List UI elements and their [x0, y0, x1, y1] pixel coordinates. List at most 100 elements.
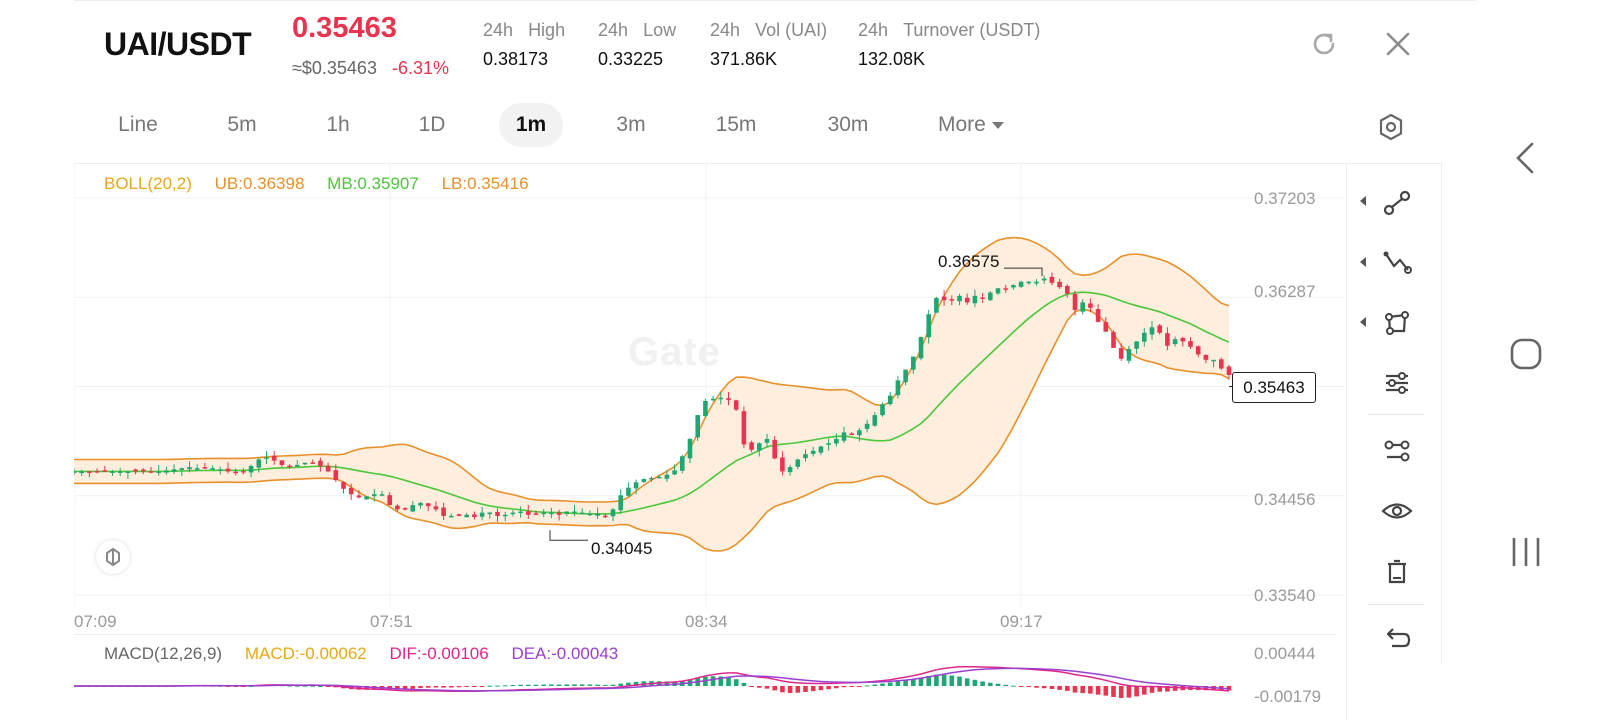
undo-icon[interactable]	[1380, 622, 1414, 656]
macd-histogram-bar	[495, 685, 500, 687]
macd-histogram-bar	[818, 686, 824, 691]
compare-icon[interactable]	[1380, 434, 1414, 468]
candle-body	[1126, 348, 1132, 361]
macd-histogram-bar	[757, 686, 762, 688]
candle-body	[980, 297, 985, 299]
indicator-settings-icon[interactable]	[1380, 366, 1414, 400]
candle-body	[880, 404, 885, 416]
candle	[626, 482, 631, 497]
candle-body	[171, 469, 177, 472]
candle-body	[1080, 302, 1085, 312]
boll-name: BOLL(20,2)	[104, 174, 192, 193]
macd-histogram-bar	[1072, 686, 1078, 693]
tab-3m[interactable]: 3m	[598, 103, 664, 147]
recents-nav-icon[interactable]	[1506, 532, 1546, 572]
macd-histogram-bar	[518, 684, 523, 686]
candle-body	[379, 494, 385, 496]
macd-histogram-bar	[749, 686, 754, 687]
macd-histogram-bar	[803, 686, 808, 692]
candle	[341, 481, 346, 494]
candle	[887, 391, 893, 406]
x-tick-label: 07:09	[74, 612, 117, 631]
macd-histogram-bar	[1026, 686, 1032, 688]
candle-body	[202, 467, 208, 469]
candle-body	[941, 296, 947, 301]
candle-body	[1072, 293, 1078, 310]
macd-histogram-bar	[834, 686, 839, 689]
macd-histogram-bar	[541, 684, 546, 686]
macd-histogram-bar	[1103, 686, 1109, 696]
shape-icon[interactable]	[1380, 306, 1414, 340]
delete-icon[interactable]	[1380, 554, 1414, 588]
tab-1d[interactable]: 1D	[400, 103, 464, 147]
home-nav-icon[interactable]	[1506, 334, 1546, 374]
candle-body	[1011, 285, 1016, 288]
polyline-icon[interactable]	[1380, 246, 1414, 280]
candle-body	[164, 470, 169, 473]
candle-body	[1195, 346, 1201, 355]
refresh-icon[interactable]	[1308, 28, 1340, 60]
candle-body	[356, 495, 362, 498]
candle-body	[1165, 333, 1170, 346]
macd-histogram-bar	[441, 686, 446, 688]
usd-approx-price: ≈$0.35463	[292, 58, 377, 78]
tab-15m[interactable]: 15m	[700, 103, 772, 147]
candlestick-chart[interactable]	[74, 163, 1344, 633]
candle-body	[1026, 281, 1032, 284]
candle-body	[1211, 359, 1216, 362]
top-divider	[74, 0, 1476, 1]
candle-body	[395, 505, 400, 510]
visibility-icon[interactable]	[1380, 494, 1414, 528]
candle-body	[633, 482, 639, 489]
macd-histogram-bar	[1041, 686, 1047, 689]
macd-histogram-bar	[510, 685, 516, 687]
tab-line[interactable]: Line	[98, 103, 178, 147]
tool-expand-caret[interactable]	[1360, 196, 1366, 206]
candle-body	[872, 415, 878, 426]
candle-body	[479, 512, 485, 517]
candle-body	[1157, 325, 1162, 333]
macd-histogram-bar	[949, 675, 955, 686]
candle-body	[141, 469, 146, 472]
tab-30m[interactable]: 30m	[812, 103, 884, 147]
candle-body	[218, 469, 223, 471]
macd-histogram-bar	[1003, 684, 1008, 686]
macd-histogram-bar	[587, 684, 593, 686]
macd-histogram-bar	[857, 686, 862, 687]
candle-body	[764, 438, 770, 443]
candle-body	[1049, 276, 1055, 283]
candle-body	[903, 369, 908, 383]
candle-body	[995, 288, 1001, 294]
stat-24h-high: 24h High 0.38173	[483, 20, 565, 70]
candle-body	[595, 513, 600, 516]
tab-1m[interactable]: 1m	[499, 103, 563, 147]
tab-1h[interactable]: 1h	[306, 103, 370, 147]
back-nav-icon[interactable]	[1506, 138, 1546, 178]
stat-prefix: 24h	[483, 20, 514, 40]
macd-histogram-bar	[449, 686, 454, 688]
macd-histogram-bar	[826, 686, 831, 690]
toolbar-divider	[1368, 414, 1424, 415]
tab-5m[interactable]: 5m	[204, 103, 280, 147]
chart-settings-icon[interactable]	[1374, 110, 1408, 144]
candle	[1111, 330, 1116, 348]
candle-body	[1034, 281, 1039, 284]
candle	[695, 414, 700, 441]
candle-body	[934, 298, 939, 313]
candle-body	[372, 494, 377, 497]
candle-body	[780, 457, 785, 472]
trend-line-icon[interactable]	[1380, 186, 1414, 220]
chart-reset-button[interactable]	[96, 540, 130, 574]
macd-histogram-bar	[995, 683, 1001, 686]
candle-body	[1018, 281, 1024, 287]
macd-histogram-bar	[964, 678, 970, 686]
macd-histogram-bar	[780, 686, 785, 693]
close-icon[interactable]	[1382, 28, 1414, 60]
tool-expand-caret[interactable]	[1360, 317, 1366, 327]
candle-body	[911, 356, 916, 370]
more-dropdown[interactable]: More	[938, 103, 1004, 147]
candle-body	[618, 495, 623, 511]
tool-expand-caret[interactable]	[1360, 257, 1366, 267]
macd-histogram-bar	[741, 683, 747, 686]
candle-body	[834, 438, 839, 444]
